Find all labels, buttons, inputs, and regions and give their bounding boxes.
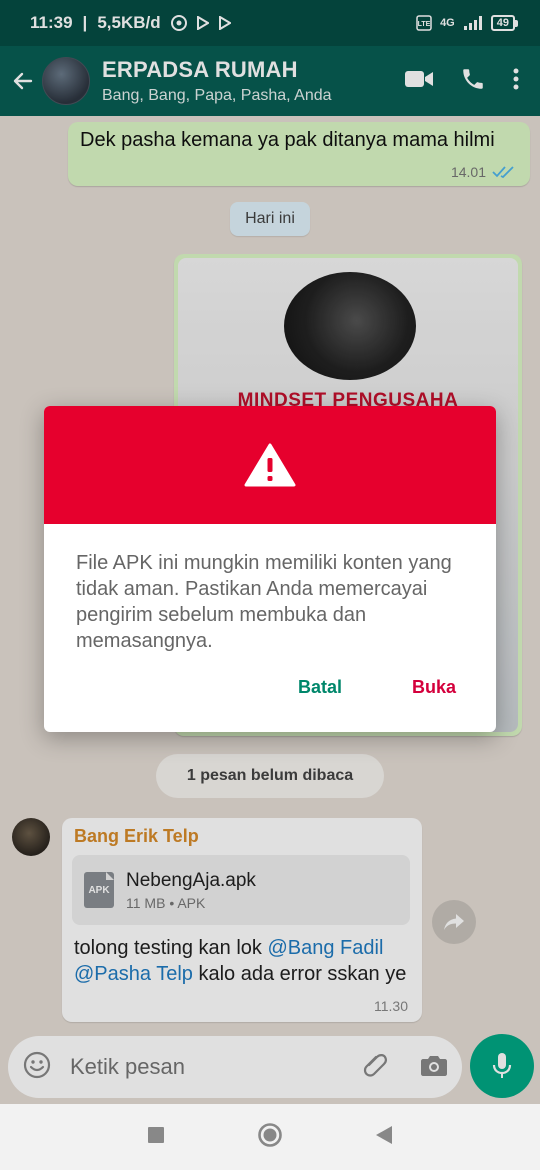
back-nav-button[interactable] [375,1125,393,1150]
open-button[interactable]: Buka [412,677,456,698]
system-nav-bar [0,1104,540,1170]
dialog-header [44,406,496,524]
warning-icon [244,443,296,487]
dialog-message: File APK ini mungkin memiliki konten yan… [76,552,452,652]
cancel-button[interactable]: Batal [298,677,342,698]
apk-warning-dialog: File APK ini mungkin memiliki konten yan… [44,406,496,732]
square-icon [148,1126,164,1143]
recents-button[interactable] [147,1126,165,1149]
home-button[interactable] [257,1122,283,1153]
circle-icon [258,1122,282,1147]
triangle-back-icon [376,1125,392,1144]
